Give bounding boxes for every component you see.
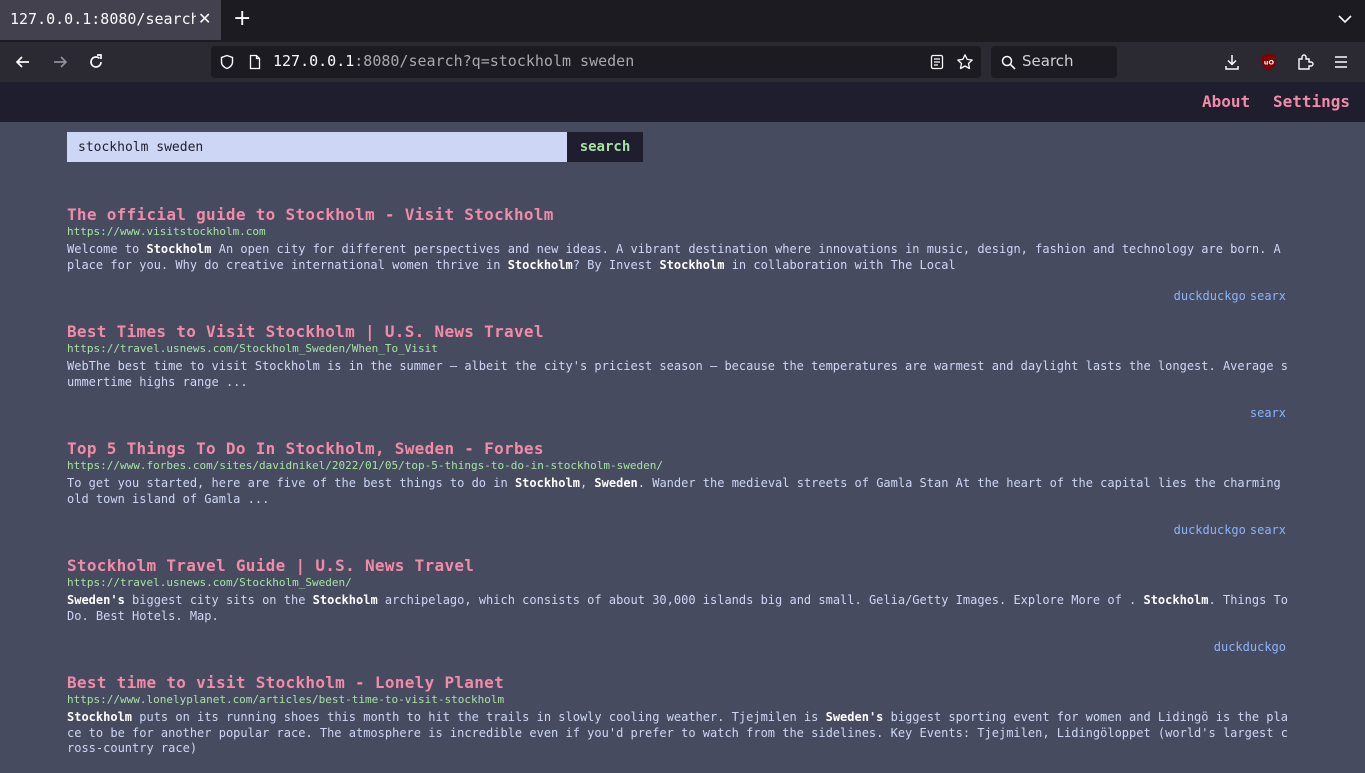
engine-label: searx	[1249, 523, 1286, 537]
result-engines: duckduckgo searx	[1170, 523, 1286, 537]
search-result: The official guide to Stockholm - Visit …	[67, 205, 1293, 305]
engine-label: duckduckgo	[1173, 289, 1246, 303]
search-result: Best Times to Visit Stockholm | U.S. New…	[67, 322, 1293, 422]
snippet-text: WebThe best time to visit Stockholm is i…	[67, 359, 1288, 389]
result-url: https://www.visitstockholm.com	[67, 225, 266, 238]
result-title-link[interactable]: Top 5 Things To Do In Stockholm, Sweden …	[67, 439, 1293, 459]
search-placeholder: Search	[1022, 52, 1074, 70]
search-result: Top 5 Things To Do In Stockholm, Sweden …	[67, 439, 1293, 539]
result-url: https://www.lonelyplanet.com/articles/be…	[67, 693, 505, 706]
ublock-origin-icon[interactable]: uO	[1259, 52, 1279, 72]
settings-link[interactable]: Settings	[1273, 92, 1350, 111]
result-title-link[interactable]: The official guide to Stockholm - Visit …	[67, 205, 1293, 225]
menu-icon[interactable]	[1331, 52, 1351, 72]
page-icon[interactable]	[247, 54, 263, 70]
new-tab-icon[interactable]: +	[233, 6, 251, 31]
svg-text:uO: uO	[1264, 59, 1275, 67]
engine-label: searx	[1249, 289, 1286, 303]
result-url: https://travel.usnews.com/Stockholm_Swed…	[67, 576, 352, 589]
snippet-highlight: Sweden's	[67, 593, 125, 607]
snippet-highlight: Stockholm	[146, 242, 212, 256]
snippet-text: ,	[579, 476, 595, 490]
reader-view-icon[interactable]	[929, 54, 945, 70]
reload-icon[interactable]	[86, 52, 106, 72]
query-input[interactable]	[67, 132, 567, 162]
result-snippet: WebThe best time to visit Stockholm is i…	[67, 359, 1293, 390]
back-arrow-icon[interactable]	[13, 52, 33, 72]
navigation-toolbar: 127.0.0.1:8080/search?q=stockholm sweden…	[0, 42, 1365, 82]
snippet-highlight: Stockholm	[67, 710, 133, 724]
result-snippet: Sweden's biggest city sits on the Stockh…	[67, 593, 1293, 624]
tab-title: 127.0.0.1:8080/search?q=stockholm sweden	[10, 10, 196, 28]
result-url: https://www.forbes.com/sites/davidnikel/…	[67, 459, 664, 472]
result-engines: searx	[1246, 406, 1286, 420]
snippet-text: Welcome to	[67, 242, 147, 256]
result-title-link[interactable]: Best time to visit Stockholm - Lonely Pl…	[67, 673, 1293, 693]
close-tab-icon[interactable]: ✕	[198, 9, 211, 28]
engine-label: duckduckgo	[1213, 640, 1286, 654]
snippet-text: To get you started, here are five of the…	[67, 476, 515, 490]
engine-label: searx	[1249, 406, 1286, 420]
about-link[interactable]: About	[1202, 92, 1250, 111]
snippet-text: puts on its running shoes this month to …	[132, 710, 826, 724]
search-result: Best time to visit Stockholm - Lonely Pl…	[67, 673, 1293, 773]
result-snippet: To get you started, here are five of the…	[67, 476, 1293, 507]
snippet-highlight: Stockholm	[659, 257, 725, 272]
snippet-highlight: Sweden	[594, 476, 638, 490]
browser-search-box[interactable]: Search	[991, 46, 1117, 78]
url-host: 127.0.0.1	[273, 52, 355, 70]
result-title-link[interactable]: Best Times to Visit Stockholm | U.S. New…	[67, 322, 1293, 342]
url-bar[interactable]: 127.0.0.1:8080/search?q=stockholm sweden	[211, 46, 981, 78]
url-path: :8080/search?q=stockholm sweden	[354, 52, 635, 70]
forward-arrow-icon[interactable]	[50, 52, 70, 72]
snippet-highlight: Stockholm	[507, 257, 573, 272]
result-engines: duckduckgo searx	[1170, 289, 1286, 303]
snippet-highlight: Sweden's	[825, 710, 884, 724]
active-tab[interactable]: 127.0.0.1:8080/search?q=stockholm sweden…	[0, 0, 221, 40]
extensions-icon[interactable]	[1295, 52, 1315, 72]
result-title-link[interactable]: Stockholm Travel Guide | U.S. News Trave…	[67, 556, 1293, 576]
search-button[interactable]: search	[567, 132, 643, 162]
site-header: About Settings	[0, 82, 1365, 122]
result-snippet: Stockholm puts on its running shoes this…	[67, 710, 1293, 757]
search-icon	[1001, 55, 1016, 70]
result-url: https://travel.usnews.com/Stockholm_Swed…	[67, 342, 438, 355]
result-engines: duckduckgo	[1210, 640, 1286, 654]
tab-strip: 127.0.0.1:8080/search?q=stockholm sweden…	[0, 0, 1365, 42]
result-snippet: Welcome to Stockholm An open city for di…	[67, 242, 1293, 273]
snippet-text: biggest city sits on the	[124, 593, 313, 607]
snippet-highlight: Stockholm	[1143, 593, 1209, 607]
snippet-highlight: Stockholm	[312, 593, 378, 607]
bookmark-star-icon[interactable]	[956, 53, 974, 71]
snippet-text: ? By Invest	[572, 257, 660, 272]
engine-label: duckduckgo	[1173, 523, 1246, 537]
snippet-highlight: Stockholm	[514, 476, 580, 490]
snippet-text: archipelago, which consists of about 30,…	[377, 593, 1144, 607]
search-result: Stockholm Travel Guide | U.S. News Trave…	[67, 556, 1293, 656]
chevron-down-icon[interactable]	[1337, 11, 1353, 27]
snippet-text: in collaboration with The Local	[724, 257, 956, 272]
url-text[interactable]: 127.0.0.1:8080/search?q=stockholm sweden	[273, 52, 634, 70]
downloads-icon[interactable]	[1222, 52, 1242, 72]
shield-icon[interactable]	[219, 54, 235, 70]
